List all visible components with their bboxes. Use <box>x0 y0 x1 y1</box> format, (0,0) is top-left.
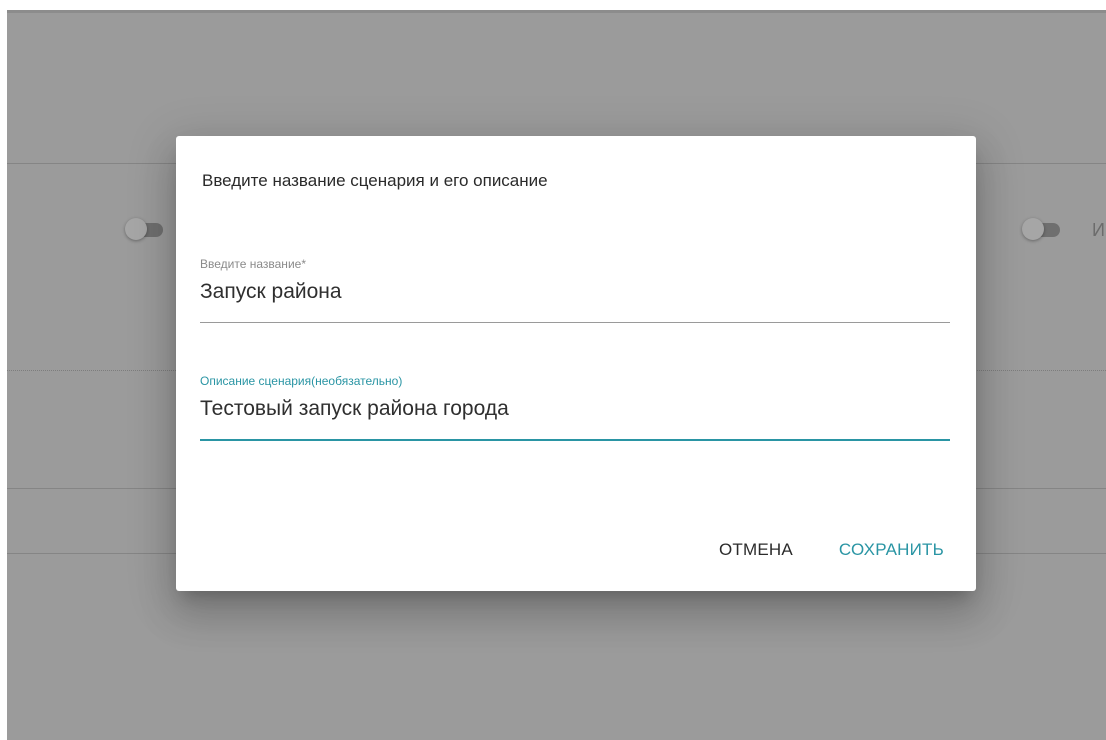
scenario-name-field: Введите название* <box>200 257 950 323</box>
scenario-description-underline <box>200 439 950 441</box>
scenario-dialog: Введите название сценария и его описание… <box>176 136 976 591</box>
background-partial-label: И <box>1092 220 1105 240</box>
scenario-name-underline <box>200 322 950 323</box>
save-button[interactable]: СОХРАНИТЬ <box>833 536 950 564</box>
dialog-actions: ОТМЕНА СОХРАНИТЬ <box>713 536 950 564</box>
scenario-name-label: Введите название* <box>200 257 306 271</box>
background-toggle-left <box>125 218 163 240</box>
scenario-description-field: Описание сценария(необязательно) <box>200 374 950 442</box>
toggle-knob <box>125 218 147 240</box>
cancel-button[interactable]: ОТМЕНА <box>713 536 799 564</box>
scenario-description-input[interactable] <box>200 394 950 424</box>
scenario-name-input[interactable] <box>200 277 950 307</box>
dialog-title: Введите название сценария и его описание <box>202 171 548 190</box>
toggle-knob <box>1022 218 1044 240</box>
scenario-description-label: Описание сценария(необязательно) <box>200 374 403 388</box>
background-toggle-right <box>1022 218 1060 240</box>
